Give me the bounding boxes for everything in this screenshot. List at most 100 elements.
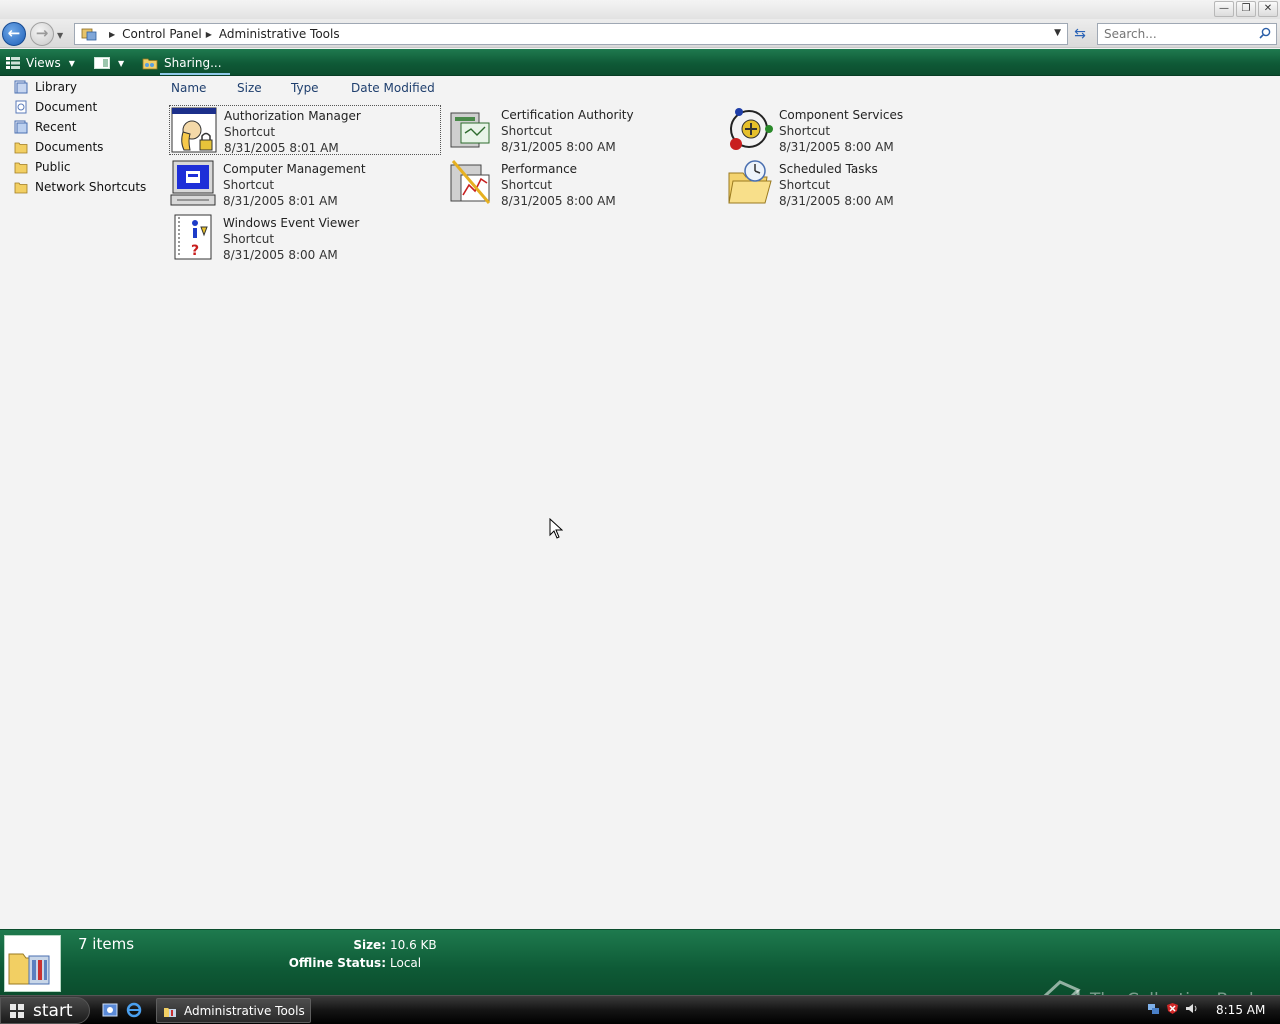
file-item-authorization-manager[interactable]: Authorization Manager Shortcut 8/31/2005… [169,105,441,155]
nav-link-documents[interactable]: Documents [14,138,103,156]
document-icon [15,100,27,114]
navigation-bar: ← → ▼ ▶ Control Panel ▶ Administrative T… [0,19,1280,48]
file-type: Shortcut [223,232,275,246]
minimize-button[interactable]: — [1214,1,1234,17]
file-date: 8/31/2005 8:00 AM [501,194,616,208]
folder-icon [14,182,28,194]
file-name: Performance [501,162,578,176]
system-tray [1147,1002,1198,1015]
file-type: Shortcut [779,178,831,192]
sharing-label: Sharing... [164,56,222,70]
sharing-button[interactable]: Sharing... [142,53,222,73]
file-item-text: Performance Shortcut 8/31/2005 8:00 AM [501,161,616,209]
administrative-tools-icon [164,1007,176,1017]
search-input[interactable] [1098,24,1248,44]
back-button[interactable]: ← [2,22,26,46]
file-name: Component Services [779,108,904,122]
security-shield-icon[interactable] [1166,1002,1179,1015]
navigation-pane: Library Document Recent Documents Public… [0,77,160,928]
address-bar[interactable]: ▶ Control Panel ▶ Administrative Tools ▼ [74,23,1068,45]
show-desktop-icon[interactable] [102,1002,118,1018]
mouse-cursor-icon [549,518,563,539]
file-item-text: Component Services Shortcut 8/31/2005 8:… [779,107,903,155]
file-item-text: Scheduled Tasks Shortcut 8/31/2005 8:00 … [779,161,894,209]
views-icon [6,57,20,69]
file-name: Computer Management [223,162,366,176]
volume-icon[interactable] [1185,1002,1198,1015]
file-date: 8/31/2005 8:01 AM [224,141,339,155]
breadcrumb-control-panel[interactable]: Control Panel [122,27,202,41]
performance-icon [450,160,491,204]
breadcrumb-separator[interactable]: ▶ [206,30,212,39]
start-button[interactable]: start [0,997,90,1024]
event-viewer-icon: ? [174,214,212,260]
file-item-component-services[interactable]: Component Services Shortcut 8/31/2005 8:… [725,105,997,155]
network-icon[interactable] [1147,1002,1160,1015]
internet-explorer-icon[interactable] [126,1002,142,1018]
restore-button[interactable]: ❐ [1236,1,1256,17]
file-item-text: Windows Event Viewer Shortcut 8/31/2005 … [223,215,359,263]
file-type: Shortcut [224,125,276,139]
file-item-certification-authority[interactable]: Certification Authority Shortcut 8/31/20… [447,105,719,155]
nav-link-document[interactable]: Document [14,98,97,116]
file-date: 8/31/2005 8:00 AM [779,140,894,154]
file-name: Authorization Manager [224,109,361,123]
column-header-name[interactable]: Name [171,81,206,95]
file-type: Shortcut [779,124,831,138]
nav-link-network-shortcuts[interactable]: Network Shortcuts [14,178,146,196]
administrative-tools-icon [8,953,50,985]
file-name: Certification Authority [501,108,634,122]
windows-logo-icon [10,1003,24,1018]
recent-pages-dropdown[interactable]: ▼ [57,31,63,40]
folder-thumbnail [4,935,61,992]
file-type: Shortcut [223,178,275,192]
search-box[interactable] [1097,23,1277,45]
file-type: Shortcut [501,124,553,138]
authorization-manager-icon [171,107,217,153]
nav-link-label: Documents [35,140,104,154]
file-item-performance[interactable]: Performance Shortcut 8/31/2005 8:00 AM [447,159,719,209]
breadcrumb-administrative-tools[interactable]: Administrative Tools [219,27,340,41]
nav-link-recent[interactable]: Recent [14,118,76,136]
breadcrumb-separator[interactable]: ▶ [109,30,115,39]
views-label: Views [26,56,61,70]
component-services-icon [730,108,773,150]
views-button[interactable]: Views ▼ [6,53,75,73]
file-item-computer-management[interactable]: Computer Management Shortcut 8/31/2005 8… [169,159,441,209]
offline-status-value: Local [390,956,422,970]
start-label: start [33,1000,73,1021]
file-name: Windows Event Viewer [223,216,360,230]
file-item-scheduled-tasks[interactable]: Scheduled Tasks Shortcut 8/31/2005 8:00 … [725,159,997,209]
refresh-button[interactable]: ⇆ [1069,24,1091,44]
close-button[interactable]: ✕ [1258,1,1278,17]
item-count: 7 items [78,935,135,953]
column-header-type[interactable]: Type [291,81,319,95]
folder-icon [14,162,28,174]
nav-link-library[interactable]: Library [14,78,77,96]
window-controls: — ❐ ✕ [1214,1,1278,17]
file-item-windows-event-viewer[interactable]: ? Windows Event Viewer Shortcut 8/31/200… [169,213,441,263]
title-bar: — ❐ ✕ [0,0,1280,19]
system-clock[interactable]: 8:15 AM [1216,1003,1265,1017]
file-date: 8/31/2005 8:01 AM [223,194,338,208]
chevron-down-icon: ▼ [118,58,125,68]
chevron-down-icon: ▼ [68,58,75,68]
sharing-hover-indicator [160,73,230,75]
taskbar: start Administrative Tools 8:15 AM [0,995,1280,1024]
nav-link-public[interactable]: Public [14,158,71,176]
file-date: 8/31/2005 8:00 AM [501,140,616,154]
command-bar: Views ▼ ▼ Sharing... [0,49,1280,76]
column-header-date-modified[interactable]: Date Modified [351,81,435,95]
library-icon [14,80,28,94]
column-header-size[interactable]: Size [237,81,262,95]
taskbar-button-administrative-tools[interactable]: Administrative Tools [156,998,311,1023]
file-name: Scheduled Tasks [779,162,878,176]
search-icon[interactable] [1259,27,1271,39]
svg-text:?: ? [191,243,199,259]
forward-button[interactable]: → [30,22,54,46]
details-pane: 7 items Size: 10.6 KB Offline Status: Lo… [0,929,1280,1024]
view-toggle-button[interactable]: ▼ [94,53,124,73]
address-dropdown-button[interactable]: ▼ [1054,28,1061,38]
file-item-text: Authorization Manager Shortcut 8/31/2005… [224,108,361,156]
computer-management-icon [170,160,216,206]
